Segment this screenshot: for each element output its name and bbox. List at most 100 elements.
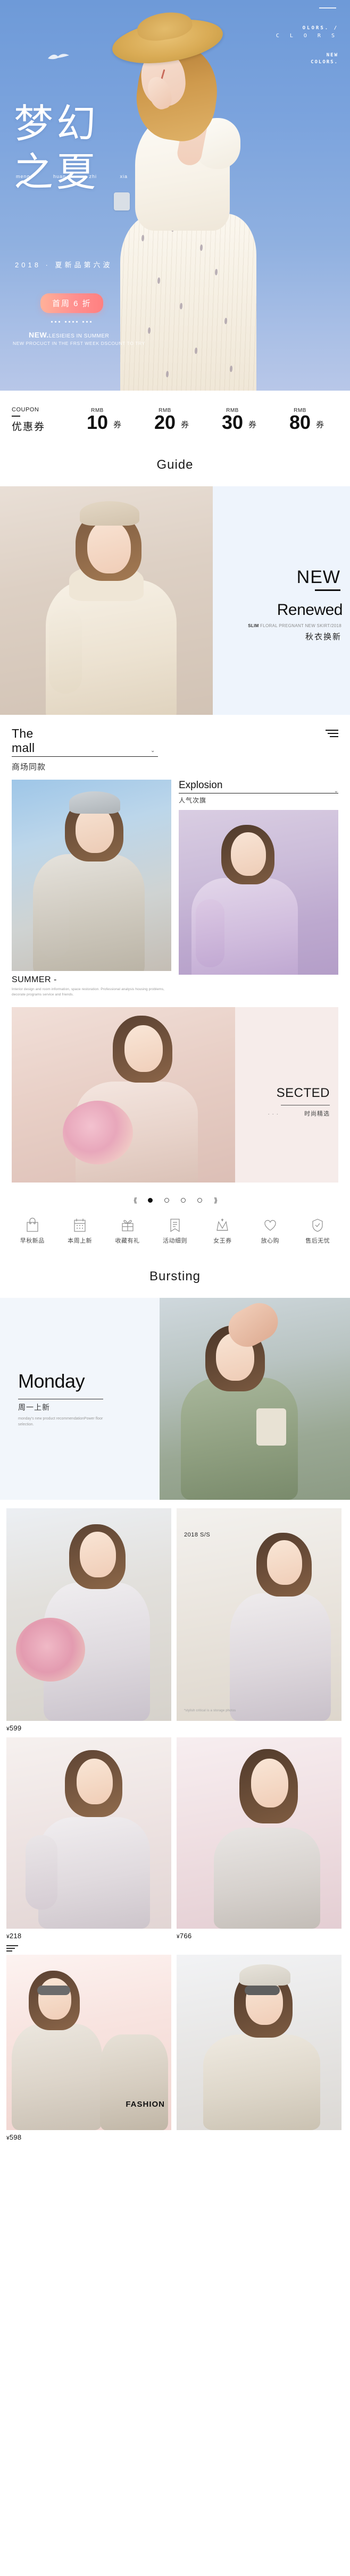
product-image-4 (177, 1737, 341, 1929)
product5-face (38, 1978, 71, 2020)
nav-item-activity-rules[interactable]: 活动细则 (151, 1218, 198, 1245)
product-price-1: ¥599 (6, 1724, 22, 1732)
carousel-dot-3[interactable] (181, 1198, 186, 1203)
mall-title-cn: 商场同款 (12, 763, 46, 772)
coupon-amount: 20 (154, 411, 176, 434)
nav-item-new-autumn[interactable]: 早秋新品 (9, 1217, 56, 1245)
nav-label: 收藏有礼 (115, 1237, 140, 1244)
nav-item-favorite-gift[interactable]: 收藏有礼 (104, 1218, 151, 1245)
product-image-3 (6, 1737, 171, 1929)
sected-image[interactable] (12, 1007, 235, 1183)
hero-cta-button[interactable]: 首周 6 折 (40, 293, 103, 313)
carousel-prev-button[interactable]: ⟪ (134, 1196, 137, 1205)
product-image-5: FASHION (6, 1954, 171, 2130)
renewed-model-sleeve (49, 609, 82, 694)
product5-coat-right (100, 2034, 168, 2130)
pinyin-4: xia (120, 174, 128, 179)
renewed-title: Renewed (277, 601, 343, 619)
coupon-amount: 10 (86, 411, 109, 434)
pinyin-1: meng (16, 174, 30, 179)
hero-pinyin-row: meng huan zhi xia (16, 174, 128, 179)
carousel-dot-2[interactable] (164, 1198, 169, 1203)
mall-product-image[interactable] (12, 780, 171, 971)
product2-caption: 2018 S/S (184, 1531, 211, 1538)
model-skirt (120, 214, 256, 391)
product2-dress (230, 1593, 331, 1721)
renewed-subtitle-strong: SLIM (248, 623, 259, 628)
carousel-dot-1[interactable] (148, 1198, 153, 1203)
product-card-5[interactable]: FASHION ¥598 (6, 1954, 171, 2141)
explosion-column: Explosion ⌄ 人气次旗 (179, 780, 338, 998)
explosion-header: Explosion ⌄ 人气次旗 (179, 780, 338, 805)
hamburger-menu-icon[interactable] (326, 727, 338, 739)
sected-model-face (124, 1025, 163, 1072)
coupon-label-cn: 优惠券 (12, 421, 46, 433)
pinyin-2: huan (53, 174, 66, 179)
carousel-next-button[interactable]: ⟫ (214, 1196, 218, 1205)
nav-label: 女王券 (213, 1237, 232, 1244)
product5-sunglasses (37, 1985, 70, 1995)
product3-sleeve (26, 1835, 57, 1910)
hero-tagline-rest: LESIEIES IN SUMMER (48, 333, 110, 339)
product-image-1 (6, 1508, 171, 1721)
nav-label: 活动细则 (162, 1237, 187, 1244)
renewed-new-rule (315, 589, 340, 591)
explosion-product-image[interactable] (179, 810, 338, 975)
carousel-dot-4[interactable] (197, 1198, 202, 1203)
heart-icon (264, 1220, 276, 1231)
mall-title-group: The mall ⌄ 商场同款 (12, 727, 158, 772)
coupon-item-10[interactable]: RMB 10 券 (70, 408, 138, 432)
monday-model-bag (256, 1408, 286, 1446)
product-price-5: ¥598 (6, 2133, 22, 2141)
product-card-2[interactable]: 2018 S/S *stylish critical is a storage … (177, 1508, 341, 1732)
product-card-4[interactable]: ¥766 (177, 1737, 341, 1940)
monday-title: Monday (18, 1370, 85, 1392)
nav-label: 放心购 (261, 1237, 280, 1244)
mall-title-en: The mall (12, 727, 158, 757)
coupon-label: COUPON 优惠券 (12, 407, 70, 433)
monday-image[interactable] (160, 1297, 350, 1500)
hero-tagline-strong: NEW. (29, 331, 49, 339)
carousel-pagination: ⟪ ⟫ (0, 1183, 350, 1210)
chevron-down-icon[interactable]: ⌄ (151, 748, 155, 754)
hero-subtitle: 2018 · 夏新品第六波 (15, 261, 113, 269)
divider-label-bursting: Bursting (145, 1269, 205, 1284)
coupon-unit: 券 (113, 420, 122, 429)
coupon-label-rule (12, 416, 20, 417)
product6-hat (239, 1964, 290, 1986)
renewed-subtitle-rest: FLORAL PREGNANT NEW SKIRT/2018 (259, 623, 341, 628)
coupon-item-80[interactable]: RMB 80 券 (273, 408, 340, 432)
product2-face (267, 1540, 302, 1585)
monday-section: Monday 周一上新 monday's new product recomme… (0, 1297, 350, 1500)
hero-title-line2: 之夏 (14, 149, 99, 196)
product1-roses (16, 1617, 85, 1682)
nav-item-weekly-new[interactable]: 本周上新 (56, 1218, 103, 1245)
monday-cn-label: 周一上新 (18, 1403, 50, 1412)
product-card-6[interactable]: . (177, 1954, 341, 2141)
summer-caption-group: SUMMER - Interior design and room inform… (12, 975, 171, 998)
mall-model-sleeve (39, 879, 69, 958)
monday-description: monday's new product recommendationPower… (18, 1416, 103, 1426)
nav-item-after-sales[interactable]: 售后无忧 (294, 1218, 341, 1245)
coupon-item-30[interactable]: RMB 30 券 (205, 408, 273, 432)
explosion-model-sleeve (196, 899, 224, 967)
coupon-item-20[interactable]: RMB 20 券 (138, 408, 205, 432)
divider-label-guide: Guide (152, 458, 198, 472)
nav-item-safe-buy[interactable]: 放心购 (246, 1218, 294, 1245)
nav-item-queen-coupon[interactable]: 女王券 (199, 1218, 246, 1245)
renewed-text: NEW Renewed SLIM FLORAL PREGNANT NEW SKI… (213, 486, 350, 715)
renewed-image[interactable] (0, 486, 213, 715)
product-card-1[interactable]: ¥599 (6, 1508, 171, 1732)
decor-lines (6, 1945, 344, 1952)
bag-icon (27, 1217, 38, 1232)
product-card-3[interactable]: ¥218 (6, 1737, 171, 1940)
coupon-unit: 券 (181, 420, 189, 429)
chevron-down-icon[interactable]: ⌄ (334, 788, 338, 794)
sected-section: SECTED · · · 时尚精选 (12, 1007, 338, 1183)
product4-knit (214, 1827, 320, 1929)
coupon-unit: 券 (316, 420, 324, 429)
fashion-label: FASHION (126, 2099, 165, 2109)
renewed-subtitle: SLIM FLORAL PREGNANT NEW SKIRT/2018 (248, 623, 341, 628)
hero-tagline-small: NEW PROCUCT IN THE FRST WEEK DSCOUNT TO … (13, 341, 145, 346)
coupon-bar: COUPON 优惠券 RMB 10 券 RMB 20 券 RMB 30 券 RM… (0, 391, 350, 449)
